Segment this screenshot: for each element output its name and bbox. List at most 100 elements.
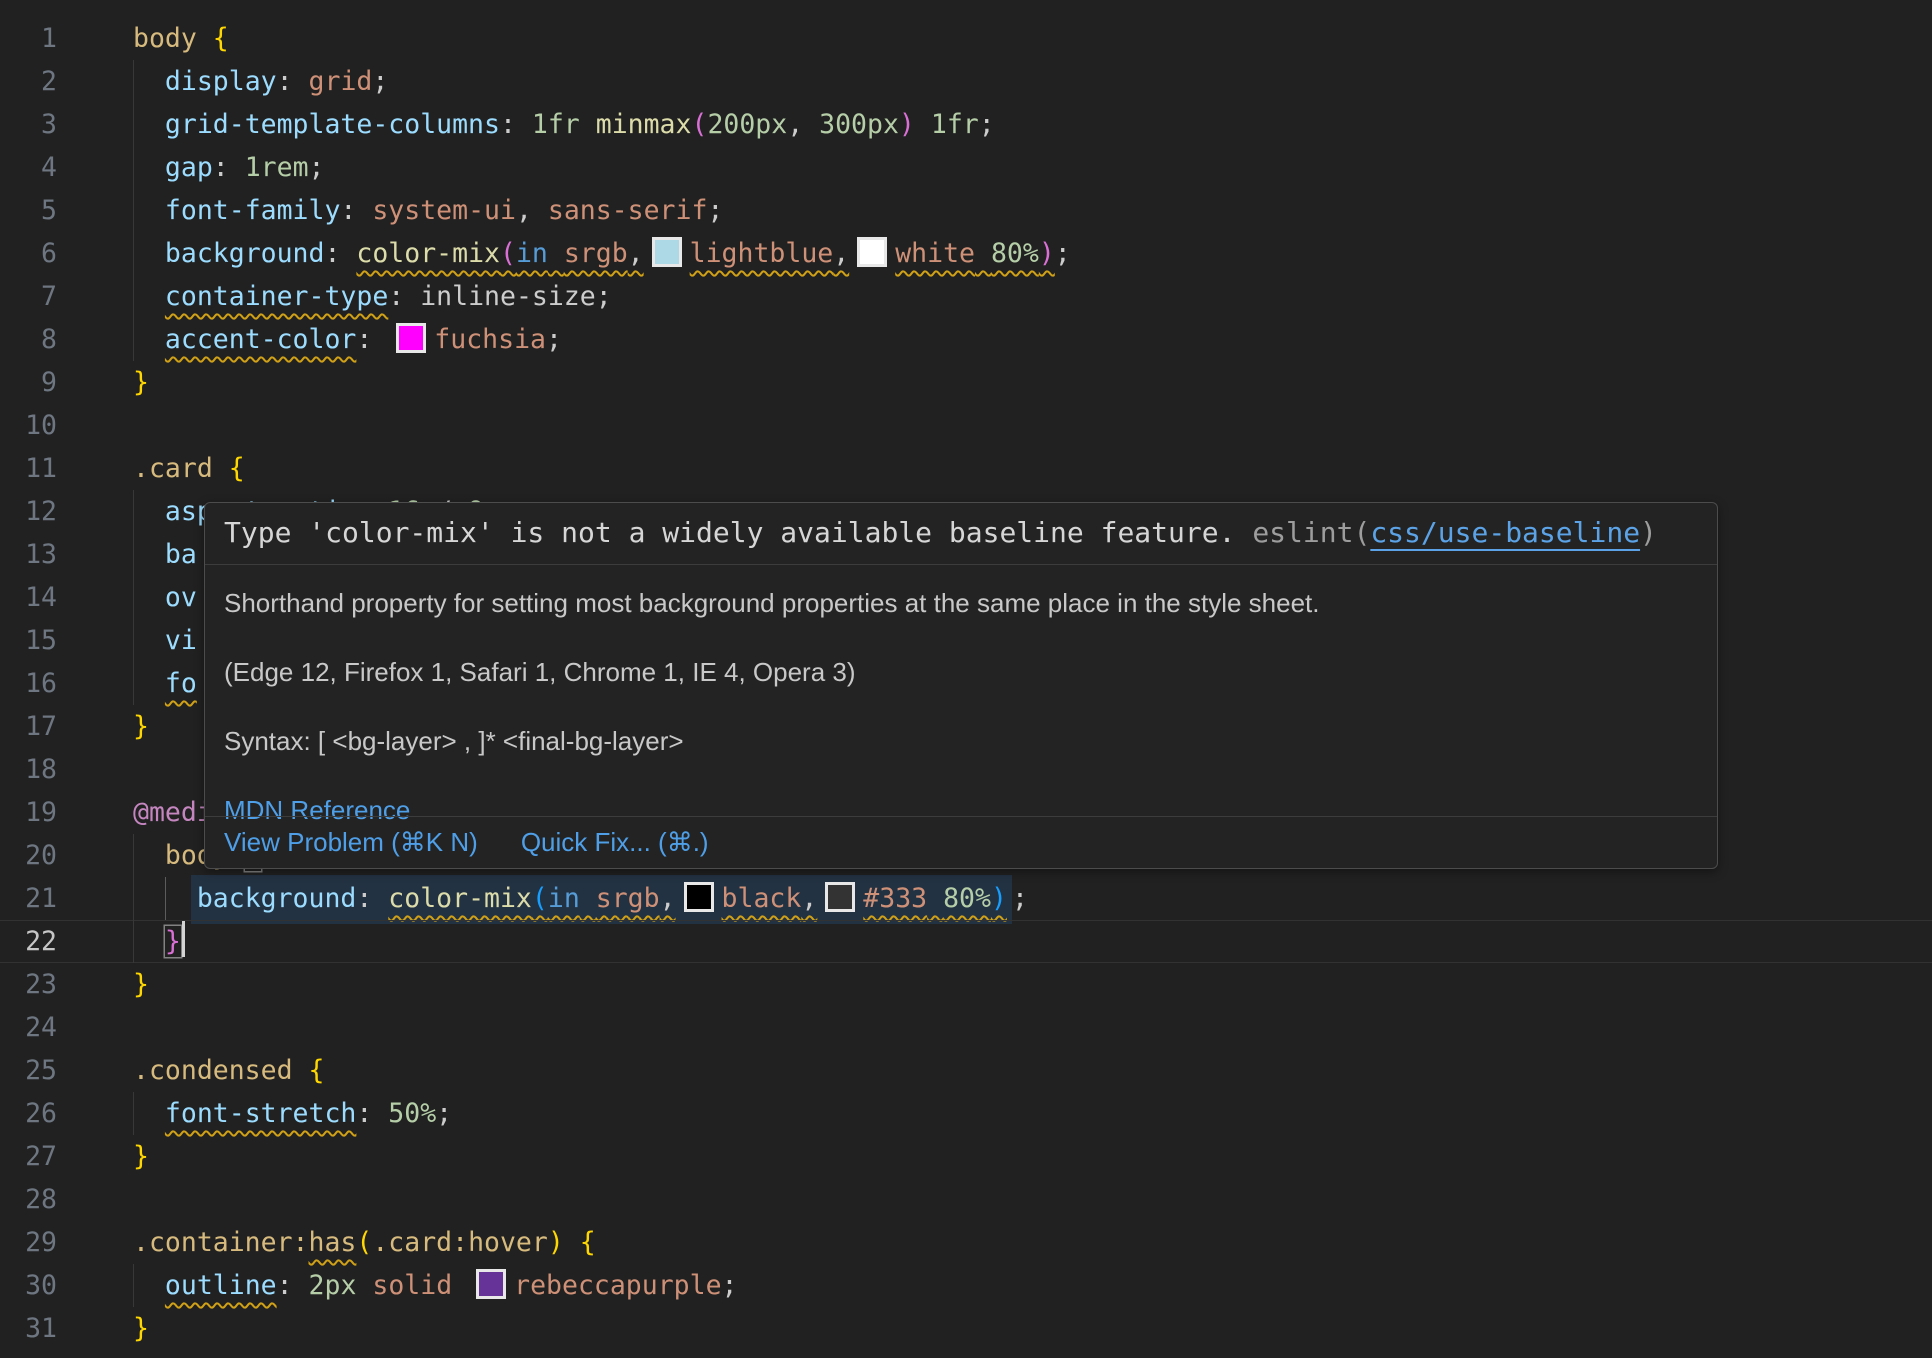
indent-guide [133,232,134,275]
code-token: ; [546,324,562,355]
code-token: { [580,1227,596,1258]
code-content: display: grid; [57,60,388,103]
code-line[interactable]: 26 font-stretch: 50%; [0,1092,1932,1135]
code-token: container-type [165,281,388,312]
indent-guide [133,533,134,576]
code-token: white [895,238,975,269]
color-swatch[interactable] [684,882,714,912]
hover-status-bar: View Problem (⌘K N) Quick Fix... (⌘.) [205,816,1717,868]
line-number: 29 [0,1221,57,1264]
code-content: } [57,1307,149,1350]
color-swatch[interactable] [825,882,855,912]
line-number: 23 [0,963,57,1006]
code-line[interactable]: 2 display: grid; [0,60,1932,103]
code-token [133,840,165,871]
code-token: 1fr [532,109,580,140]
code-token: 80% [991,238,1039,269]
code-content: grid-template-columns: 1fr minmax(200px,… [57,103,995,146]
code-token [133,109,165,140]
line-number: 9 [0,361,57,404]
code-line[interactable]: 10 [0,404,1932,447]
code-token: solid [372,1270,452,1301]
code-token: ; [596,281,612,312]
code-token [580,109,596,140]
code-content: } [57,963,149,1006]
code-token: 200px [707,109,787,140]
hover-tooltip: Type 'color-mix' is not a widely availab… [204,502,1718,869]
code-line[interactable]: 22 } [0,920,1932,963]
code-content: background: color-mix(in srgb,lightblue,… [57,232,1071,275]
line-number: 25 [0,1049,57,1092]
code-line[interactable]: 1body { [0,17,1932,60]
code-token: .card:hover [372,1227,548,1258]
doc-syntax: Syntax: [ <bg-layer> , ]* <final-bg-laye… [224,726,1698,757]
code-token [133,238,165,269]
code-token: ; [1055,238,1071,269]
indent-guide [133,877,134,920]
code-line[interactable]: 29.container:has(.card:hover) { [0,1221,1932,1264]
line-number: 13 [0,533,57,576]
code-line[interactable]: 24 [0,1006,1932,1049]
code-line[interactable]: 31} [0,1307,1932,1350]
code-token: , [787,109,819,140]
code-token: ; [707,195,723,226]
line-number: 18 [0,748,57,791]
code-line[interactable]: 25.condensed { [0,1049,1932,1092]
code-line[interactable]: 9} [0,361,1932,404]
code-token [293,1055,309,1086]
line-number: 19 [0,791,57,834]
code-line[interactable]: 27} [0,1135,1932,1178]
indent-guide [133,60,134,103]
code-token: grid-template-columns [165,109,500,140]
color-swatch[interactable] [857,237,887,267]
code-token: 50% [388,1098,436,1129]
code-line[interactable]: 30 outline: 2px solid rebeccapurple; [0,1264,1932,1307]
line-number: 7 [0,275,57,318]
indent-guide [133,1264,134,1307]
code-token [915,109,931,140]
diagnostic-source-prefix: eslint( [1252,516,1370,549]
code-token: : [356,324,388,355]
quick-fix-action[interactable]: Quick Fix... (⌘.) [521,827,709,858]
code-token: .condensed [133,1055,293,1086]
code-line[interactable]: 21 background: color-mix(in srgb,black,#… [0,877,1932,920]
code-token [133,539,165,570]
code-token: black [722,883,802,914]
code-line[interactable]: 11.card { [0,447,1932,490]
code-token [452,1270,468,1301]
code-token: gap [165,152,213,183]
code-line[interactable]: 23} [0,963,1932,1006]
code-line[interactable]: 4 gap: 1rem; [0,146,1932,189]
code-token: : [277,1270,309,1301]
color-swatch[interactable] [396,323,426,353]
code-line[interactable]: 5 font-family: system-ui, sans-serif; [0,189,1932,232]
code-token: background [165,238,325,269]
code-token: : [277,66,309,97]
view-problem-action[interactable]: View Problem (⌘K N) [224,827,478,858]
code-token: : [500,109,532,140]
indent-guide [165,877,166,920]
code-token: : [356,883,388,914]
color-swatch[interactable] [652,237,682,267]
code-token: ; [722,1270,738,1301]
code-token: , [516,195,548,226]
indent-guide [133,318,134,361]
code-line[interactable]: 6 background: color-mix(in srgb,lightblu… [0,232,1932,275]
text-cursor [182,921,185,957]
code-line[interactable]: 7 container-type: inline-size; [0,275,1932,318]
code-token: in [548,883,580,914]
indent-guide [133,662,134,705]
code-token: ; [309,152,325,183]
color-swatch[interactable] [476,1269,506,1299]
code-token: fuchsia [434,324,546,355]
diagnostic-rule-link[interactable]: css/use-baseline [1370,516,1640,549]
line-number: 10 [0,404,57,447]
code-line[interactable]: 8 accent-color: fuchsia; [0,318,1932,361]
code-line[interactable]: 28 [0,1178,1932,1221]
code-token: minmax [596,109,692,140]
code-token [133,496,165,527]
code-line[interactable]: 3 grid-template-columns: 1fr minmax(200p… [0,103,1932,146]
code-token [133,195,165,226]
indent-guide [133,103,134,146]
code-token: body [133,23,197,54]
